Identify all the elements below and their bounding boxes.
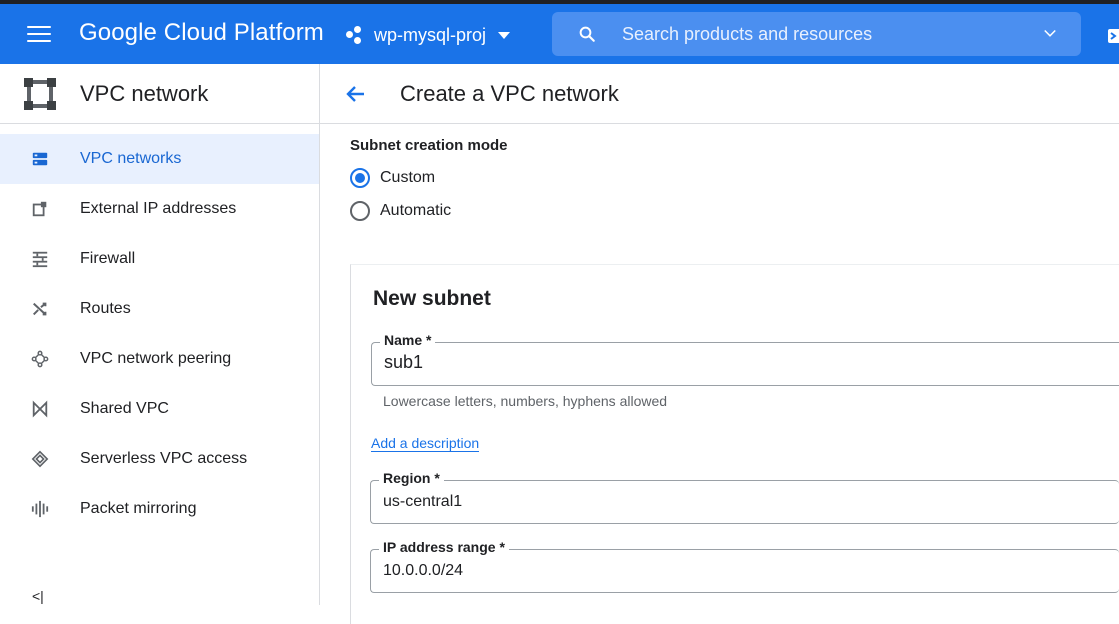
cloud-shell-icon[interactable] bbox=[1107, 26, 1119, 46]
field-label: Region * bbox=[379, 470, 444, 486]
hamburger-menu-icon[interactable] bbox=[27, 26, 51, 44]
sidebar-item-label: Packet mirroring bbox=[80, 500, 197, 517]
sidebar-item-serverless-vpc[interactable]: Serverless VPC access bbox=[0, 434, 319, 484]
field-label: IP address range * bbox=[379, 539, 509, 555]
project-selector[interactable]: wp-mysql-proj bbox=[346, 18, 511, 52]
sidebar-item-routes[interactable]: Routes bbox=[0, 284, 319, 334]
name-hint-text: Lowercase letters, numbers, hyphens allo… bbox=[383, 393, 668, 409]
back-arrow-icon[interactable] bbox=[344, 82, 368, 106]
panel-title: VPC network bbox=[80, 80, 209, 106]
sidebar-item-label: VPC networks bbox=[80, 150, 182, 167]
external-ip-icon bbox=[30, 199, 50, 219]
ip-range-input[interactable] bbox=[383, 562, 1083, 580]
collapse-nav-button[interactable]: <| bbox=[32, 588, 44, 604]
subnet-mode-label: Subnet creation mode bbox=[350, 137, 508, 154]
project-name: wp-mysql-proj bbox=[374, 24, 487, 45]
sidebar-item-firewall[interactable]: Firewall bbox=[0, 234, 319, 284]
peering-icon bbox=[30, 349, 50, 369]
sidebar-item-external-ip[interactable]: External IP addresses bbox=[0, 184, 319, 234]
search-icon bbox=[579, 26, 595, 42]
chevron-down-icon bbox=[498, 31, 511, 39]
sidebar-item-label: Firewall bbox=[80, 250, 136, 267]
ip-range-field[interactable]: IP address range * bbox=[370, 539, 1119, 593]
new-subnet-title: New subnet bbox=[373, 287, 491, 310]
sidebar-item-label: External IP addresses bbox=[80, 200, 237, 217]
main-content: Create a VPC network Subnet creation mod… bbox=[320, 64, 1119, 624]
left-nav-panel: VPC network VPC networks External IP add… bbox=[0, 64, 320, 605]
sidebar-nav: VPC networks External IP addresses Firew… bbox=[0, 134, 319, 534]
firewall-icon bbox=[30, 249, 50, 269]
shared-vpc-icon bbox=[30, 399, 50, 419]
sidebar-item-label: Serverless VPC access bbox=[80, 450, 248, 467]
routes-icon bbox=[30, 299, 50, 319]
vpc-networks-icon bbox=[30, 149, 50, 169]
sidebar-item-packet-mirroring[interactable]: Packet mirroring bbox=[0, 484, 319, 534]
vpc-network-logo-icon bbox=[24, 77, 56, 110]
radio-label: Automatic bbox=[380, 202, 452, 219]
region-field[interactable]: Region * bbox=[370, 470, 1119, 524]
sidebar-item-shared-vpc[interactable]: Shared VPC bbox=[0, 384, 319, 434]
field-label: Name * bbox=[380, 332, 436, 348]
sidebar-item-vpc-peering[interactable]: VPC network peering bbox=[0, 334, 319, 384]
region-input[interactable] bbox=[383, 493, 1083, 511]
page-title: Create a VPC network bbox=[400, 80, 619, 106]
radio-custom[interactable]: Custom bbox=[350, 168, 435, 188]
radio-circle bbox=[350, 168, 370, 188]
radio-circle bbox=[350, 201, 370, 221]
serverless-icon bbox=[30, 449, 50, 469]
brand-title[interactable]: Google Cloud Platform bbox=[79, 19, 324, 47]
chevron-down-icon[interactable] bbox=[1041, 27, 1059, 41]
panel-header: VPC network bbox=[0, 64, 319, 124]
sidebar-item-label: Shared VPC bbox=[80, 400, 169, 417]
page-header: Create a VPC network bbox=[320, 64, 1119, 124]
subnet-name-field[interactable]: Name * bbox=[371, 332, 1119, 386]
sidebar-item-vpc-networks[interactable]: VPC networks bbox=[0, 134, 319, 184]
radio-label: Custom bbox=[380, 169, 436, 186]
radio-automatic[interactable]: Automatic bbox=[350, 201, 451, 221]
search-input[interactable] bbox=[622, 23, 1022, 45]
add-description-link[interactable]: Add a description bbox=[371, 435, 480, 452]
sidebar-item-label: VPC network peering bbox=[80, 350, 232, 367]
search-bar[interactable] bbox=[552, 12, 1081, 56]
top-app-bar: Google Cloud Platform wp-mysql-proj bbox=[0, 0, 1119, 64]
project-icon bbox=[346, 26, 368, 44]
packet-mirroring-icon bbox=[30, 499, 50, 519]
subnet-name-input[interactable] bbox=[384, 352, 1084, 373]
sidebar-item-label: Routes bbox=[80, 300, 131, 317]
